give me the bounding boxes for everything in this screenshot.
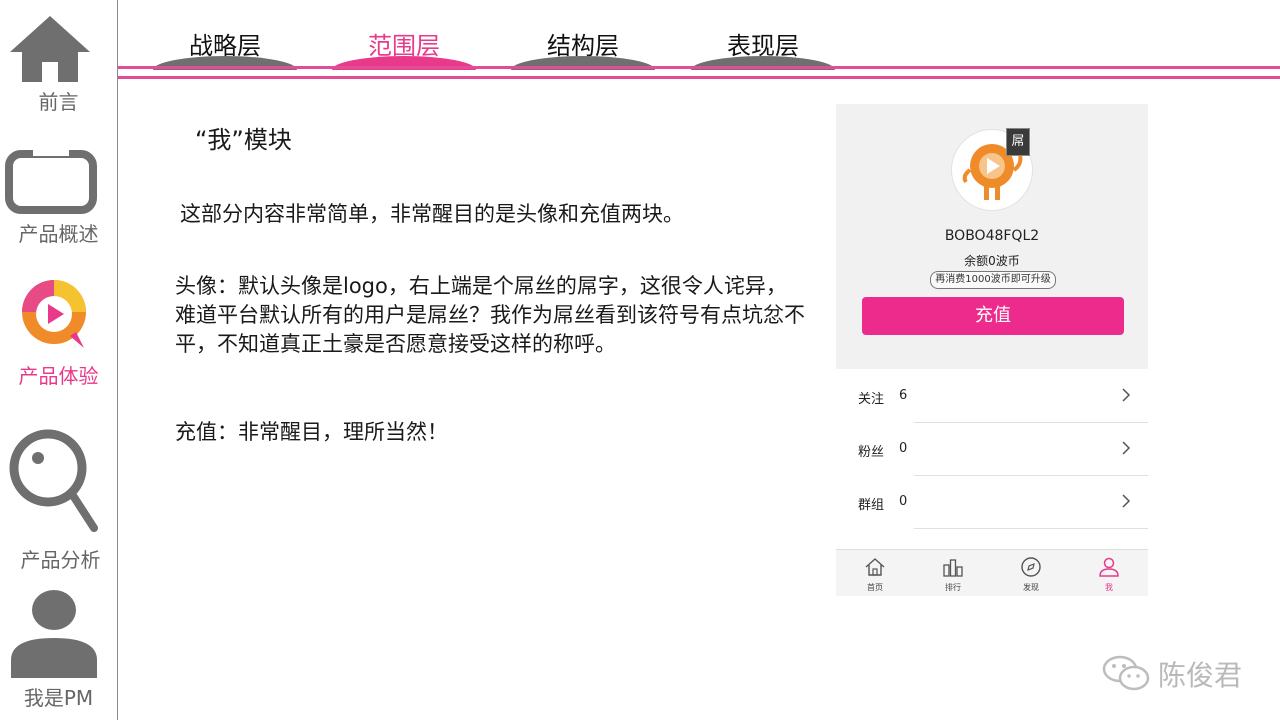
chevron-right-icon [1122,441,1131,455]
recharge-paragraph: 充值：非常醒目，理所当然！ [175,420,448,444]
tab-strategy[interactable]: 战略层 [150,26,300,70]
tab-presentation[interactable]: 表现层 [688,26,838,70]
divider [914,528,1148,529]
sidebar-item-label: 产品分析 [20,548,101,572]
list-item-groups[interactable]: 群组 0 [836,476,1148,529]
balance-text: 余额0波币 [964,254,1020,268]
nav-label: 排行 [945,583,961,592]
nav-ranking[interactable]: 排行 [914,550,992,596]
list-item-fans[interactable]: 粉丝 0 [836,423,1148,476]
tab-divider [118,66,1280,69]
row-value: 6 [899,388,908,403]
nav-label: 发现 [1023,583,1039,592]
row-value: 0 [899,494,908,509]
sidebar-item-overview[interactable]: 产品概述 [0,146,117,246]
watermark: 陈俊君 [1100,650,1260,694]
nav-discover[interactable]: 发现 [992,550,1070,596]
username: BOBO48FQL2 [944,228,1040,244]
avatar-paragraph: 头像：默认头像是logo，右上端是个屌丝的屌字，这很令人诧异，难道平台默认所有的… [175,274,805,356]
upgrade-hint: 再消费1000波币即可升级 [930,271,1056,289]
list-item-follow[interactable]: 关注 6 [836,370,1148,423]
bottom-nav: 首页 排行 发现 我 [836,549,1148,596]
tab-divider [118,76,1280,79]
nav-home[interactable]: 首页 [836,550,914,596]
nav-label: 我 [1105,583,1113,592]
tv-icon [5,148,97,214]
home-outline-icon [865,558,885,576]
sidebar-item-analysis[interactable]: 产品分析 [0,428,117,574]
tab-structure[interactable]: 结构层 [508,26,658,70]
nav-me[interactable]: 我 [1070,550,1148,596]
profile-header: 屌 BOBO48FQL2 余额0波币 再消费1000波币即可升级 充值 [836,104,1148,369]
tab-scope[interactable]: 范围层 [329,26,479,70]
row-label: 群组 [858,498,885,513]
top-tabs: 战略层 范围层 结构层 表现层 [118,0,1280,82]
diaosi-badge: 屌 [1006,128,1030,156]
user-icon [1099,557,1119,577]
sidebar-item-experience[interactable]: 产品体验 [0,278,117,388]
ranking-icon [943,559,963,577]
row-label: 关注 [858,392,885,407]
compass-icon [1021,557,1041,577]
person-icon [11,590,97,678]
watermark-text: 陈俊君 [1158,659,1243,692]
home-icon [10,16,90,82]
phone-screenshot: 屌 BOBO48FQL2 余额0波币 再消费1000波币即可升级 充值 关注 6… [836,104,1148,596]
intro-text: 这部分内容非常简单，非常醒目的是头像和充值两块。 [180,202,684,226]
wechat-icon [1102,655,1150,691]
magnifier-icon [9,429,98,532]
sidebar-item-label: 产品体验 [18,364,99,388]
row-value: 0 [899,441,908,456]
sidebar-item-label: 产品概述 [18,222,99,246]
chevron-right-icon [1122,388,1131,402]
row-label: 粉丝 [858,445,885,460]
page-title: “我”模块 [195,126,292,154]
sidebar-item-pm[interactable]: 我是PM [0,590,117,716]
sidebar-item-label: 我是PM [23,686,94,710]
nav-label: 首页 [867,583,883,592]
sidebar-item-label: 前言 [38,90,79,114]
chevron-right-icon [1122,494,1131,508]
recharge-button[interactable]: 充值 [862,297,1124,335]
sidebar: 前言 产品概述 产品体验 产品分析 我是PM [0,0,118,720]
sidebar-item-preface[interactable]: 前言 [0,12,117,114]
app-logo-icon [22,280,86,348]
